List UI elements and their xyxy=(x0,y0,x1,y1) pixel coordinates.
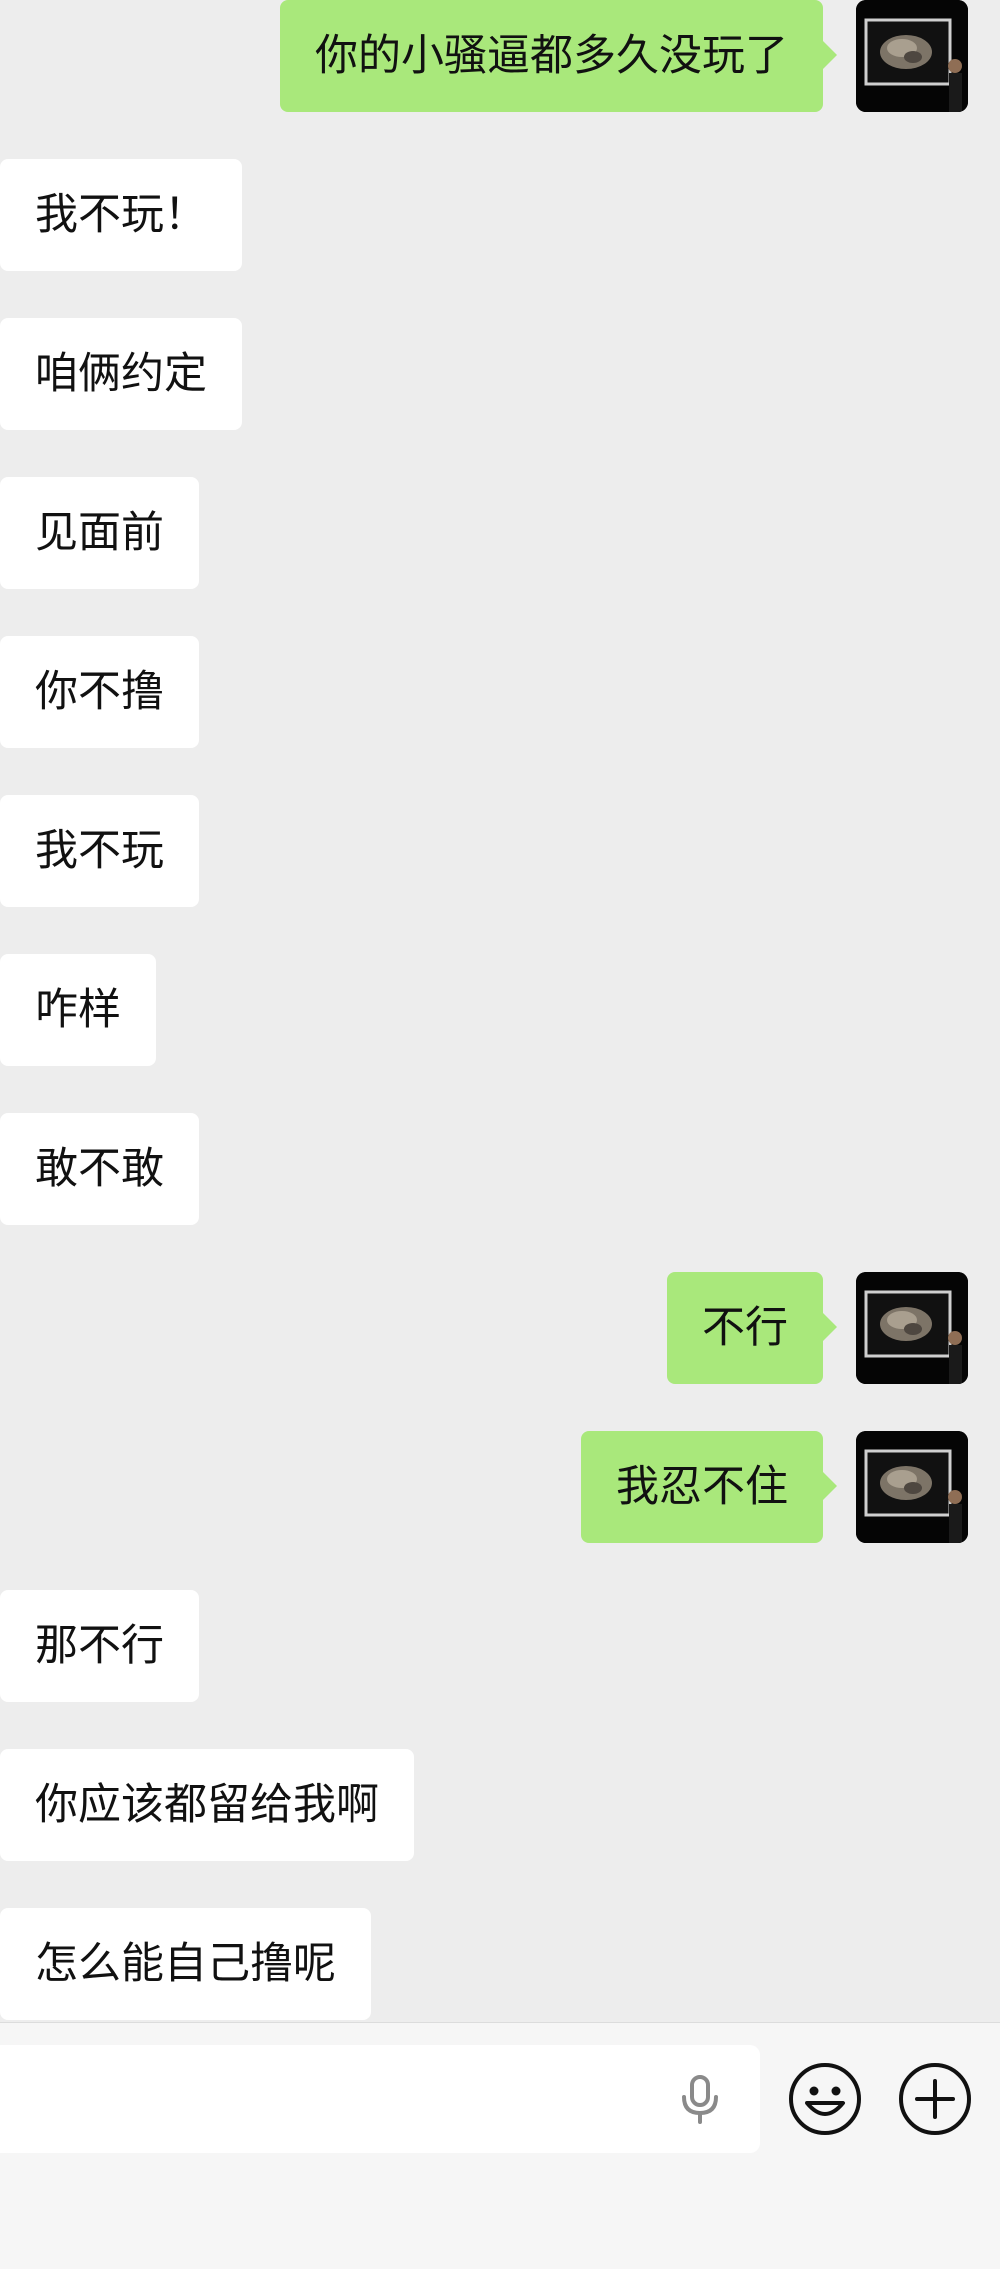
user-avatar[interactable] xyxy=(856,0,968,112)
incoming-message-bubble[interactable]: 咋样 xyxy=(0,954,156,1066)
incoming-message-bubble[interactable]: 我不玩！ xyxy=(0,159,242,271)
message-input[interactable] xyxy=(0,2045,760,2153)
message-row: 见面前 xyxy=(0,477,1000,589)
message-row: 我不玩！ xyxy=(0,159,1000,271)
message-row: 怎么能自己撸呢 xyxy=(0,1908,1000,2020)
message-row: 咱俩约定 xyxy=(0,318,1000,430)
incoming-message-bubble[interactable]: 咱俩约定 xyxy=(0,318,242,430)
message-row: 你应该都留给我啊 xyxy=(0,1749,1000,1861)
incoming-message-bubble[interactable]: 敢不敢 xyxy=(0,1113,199,1225)
outgoing-message-bubble[interactable]: 不行 xyxy=(667,1272,837,1384)
incoming-message-bubble[interactable]: 我不玩 xyxy=(0,795,199,907)
incoming-message-bubble[interactable]: 那不行 xyxy=(0,1590,199,1702)
message-row: 敢不敢 xyxy=(0,1113,1000,1225)
message-row: 我忍不住 xyxy=(0,1431,1000,1543)
incoming-message-bubble[interactable]: 你不撸 xyxy=(0,636,199,748)
message-row: 我不玩 xyxy=(0,795,1000,907)
outgoing-message-bubble[interactable]: 你的小骚逼都多久没玩了 xyxy=(280,0,837,112)
incoming-message-bubble[interactable]: 你应该都留给我啊 xyxy=(0,1749,414,1861)
outgoing-message-bubble[interactable]: 我忍不住 xyxy=(581,1431,837,1543)
incoming-message-bubble[interactable]: 见面前 xyxy=(0,477,199,589)
chat-message-list[interactable]: 你的小骚逼都多久没玩了 我不玩！ 咱俩约定 见面前 你不撸 我不玩 咋样 敢不敢… xyxy=(0,0,1000,2022)
plus-icon[interactable] xyxy=(897,2061,973,2137)
message-row: 你的小骚逼都多久没玩了 xyxy=(0,0,1000,112)
message-row: 你不撸 xyxy=(0,636,1000,748)
user-avatar[interactable] xyxy=(856,1272,968,1384)
chat-input-bar xyxy=(0,2022,1000,2269)
user-avatar[interactable] xyxy=(856,1431,968,1543)
message-row: 咋样 xyxy=(0,954,1000,1066)
message-row: 不行 xyxy=(0,1272,1000,1384)
microphone-icon[interactable] xyxy=(672,2071,728,2127)
emoji-icon[interactable] xyxy=(787,2061,863,2137)
message-row: 那不行 xyxy=(0,1590,1000,1702)
incoming-message-bubble[interactable]: 怎么能自己撸呢 xyxy=(0,1908,371,2020)
